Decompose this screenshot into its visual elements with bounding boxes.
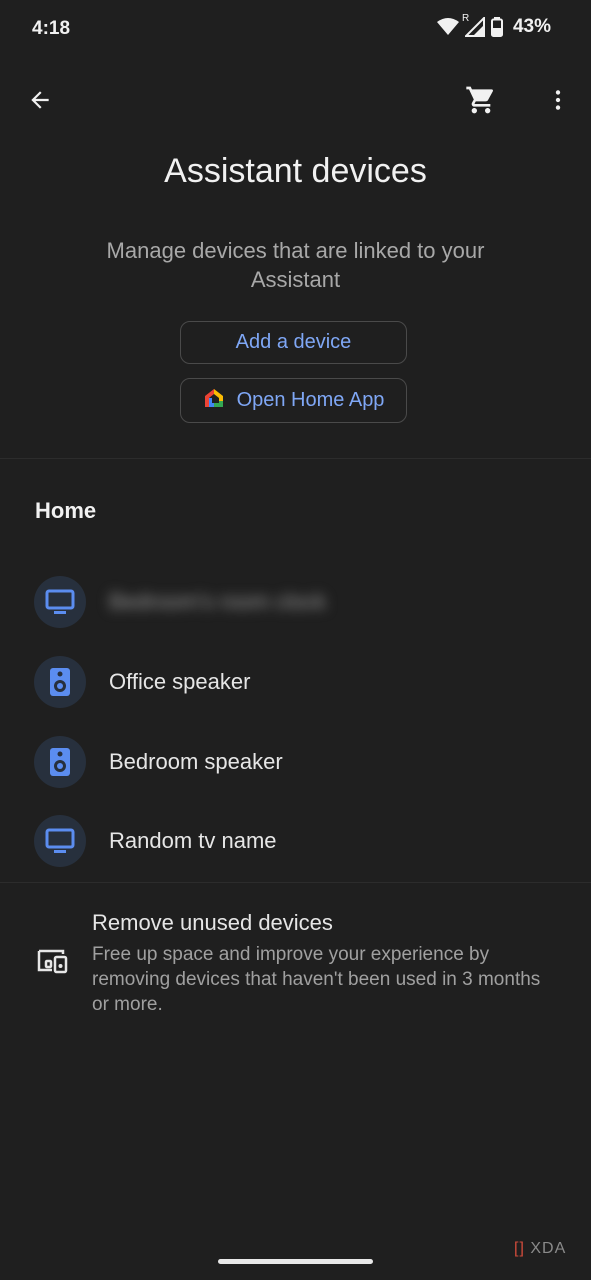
devices-icon — [34, 948, 68, 979]
device-label: Bedroom's room clock — [109, 589, 326, 614]
arrow-back-icon — [31, 91, 49, 109]
status-icons: R 43% — [436, 13, 551, 38]
open-home-app-button[interactable]: Open Home App — [180, 378, 407, 423]
tv-icon — [45, 828, 75, 853]
more-options-button[interactable] — [538, 80, 578, 120]
google-home-icon — [203, 387, 225, 415]
add-device-label: Add a device — [235, 331, 352, 353]
shop-button[interactable] — [461, 80, 501, 120]
remove-unused-title: Remove unused devices — [92, 910, 333, 935]
speaker-icon — [50, 748, 70, 776]
status-bar: 4:18 R 43% — [0, 0, 591, 58]
roaming-indicator: R — [461, 13, 470, 24]
add-device-button[interactable]: Add a device — [180, 321, 407, 364]
device-row[interactable]: Office speaker — [0, 646, 591, 718]
xda-logo-icon: [] — [514, 1240, 525, 1257]
page-subtitle: Manage devices that are linked to your A… — [106, 238, 485, 292]
more-vert-icon — [555, 90, 561, 110]
gesture-nav-handle[interactable] — [218, 1259, 373, 1264]
tv-icon — [45, 589, 75, 614]
speaker-icon — [50, 668, 70, 696]
section-title-home: Home — [35, 498, 97, 523]
device-icon-container — [34, 736, 86, 788]
status-time: 4:18 — [32, 18, 71, 39]
screen: 4:18 R 43% Assistant devices Manage devi… — [0, 0, 591, 1280]
xda-watermark: [] XDA — [514, 1240, 566, 1258]
wifi-icon — [436, 18, 459, 36]
device-row[interactable]: Bedroom's room clock — [0, 566, 591, 638]
remove-unused-description: Free up space and improve your experienc… — [92, 944, 541, 1015]
battery-percent: 43% — [512, 16, 551, 37]
battery-icon — [490, 17, 503, 37]
device-icon-container — [34, 656, 86, 708]
shopping-cart-icon — [466, 86, 494, 114]
divider — [0, 458, 591, 459]
open-home-label: Open Home App — [236, 389, 385, 411]
divider — [0, 882, 591, 883]
page-title: Assistant devices — [164, 152, 427, 190]
cell-signal-icon: R — [462, 13, 485, 37]
watermark-text: XDA — [530, 1240, 567, 1257]
device-icon-container — [34, 815, 86, 867]
remove-unused-devices-item[interactable]: Remove unused devices Free up space and … — [0, 902, 591, 1032]
back-button[interactable] — [20, 80, 60, 120]
device-row[interactable]: Random tv name — [0, 805, 591, 877]
device-icon-container — [34, 576, 86, 628]
device-label: Bedroom speaker — [109, 749, 283, 774]
device-label: Random tv name — [109, 828, 277, 853]
device-label: Office speaker — [109, 669, 251, 694]
device-row[interactable]: Bedroom speaker — [0, 726, 591, 798]
